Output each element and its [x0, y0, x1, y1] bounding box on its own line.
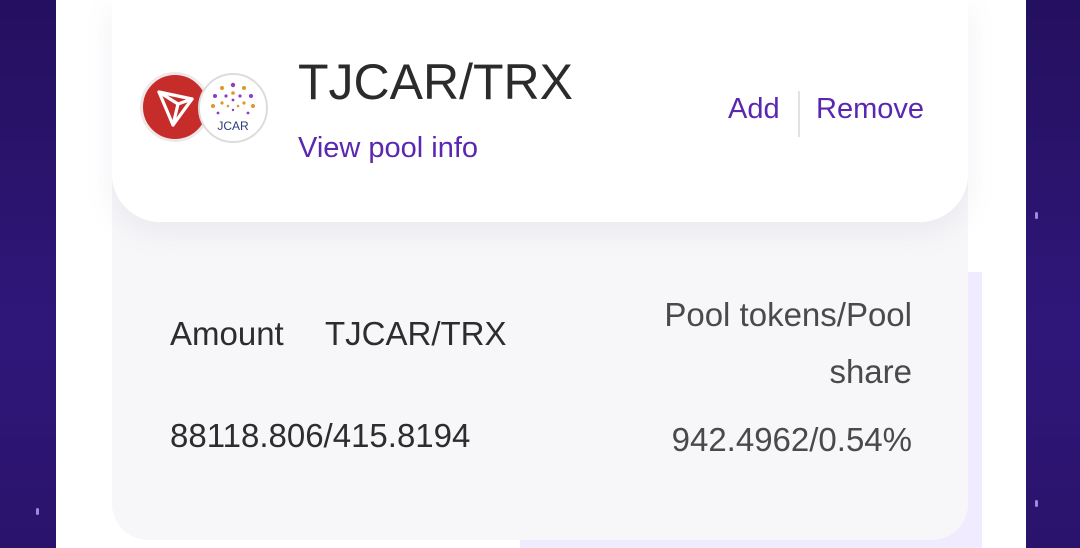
decorative-dot — [1035, 212, 1038, 219]
amount-value: 88118.806/415.8194 — [170, 417, 471, 454]
add-liquidity-button[interactable]: Add — [728, 91, 780, 127]
amount-label: Amount — [170, 315, 284, 352]
jcar-logo-text: JCAR — [217, 119, 249, 133]
token-pair-icons: JCAR — [140, 72, 272, 144]
decorative-dot — [1035, 500, 1038, 507]
decorative-dot — [36, 508, 39, 515]
background-right — [1026, 0, 1080, 548]
remove-liquidity-button[interactable]: Remove — [816, 91, 924, 127]
amount-pair-label: TJCAR/TRX — [325, 315, 507, 352]
pool-tokens-share-label: Pool tokens/Pool share — [664, 296, 912, 390]
action-divider — [798, 91, 800, 137]
jcar-logo-icon: JCAR — [198, 73, 268, 143]
background-left — [0, 0, 56, 548]
pool-pair-title: TJCAR/TRX — [298, 54, 573, 110]
pool-tokens-share-value: 942.4962/0.54% — [671, 421, 912, 458]
view-pool-info-link[interactable]: View pool info — [298, 130, 478, 166]
